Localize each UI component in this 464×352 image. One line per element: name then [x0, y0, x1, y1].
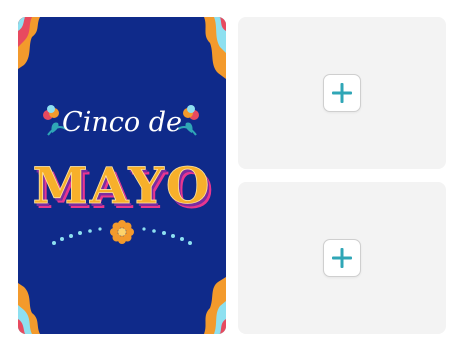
design-canvas: Cinco de MAYO MAYO MAYO [0, 0, 464, 352]
card-artwork: Cinco de MAYO MAYO MAYO [18, 17, 226, 334]
add-design-button[interactable] [323, 74, 361, 112]
empty-slot-top[interactable] [238, 17, 446, 169]
card-headline: MAYO [33, 156, 212, 215]
plus-icon [332, 248, 352, 268]
card-script-line: Cinco de [62, 107, 182, 138]
add-design-button[interactable] [323, 239, 361, 277]
plus-icon [332, 83, 352, 103]
empty-slot-bottom[interactable] [238, 182, 446, 334]
cinco-de-mayo-card[interactable]: Cinco de MAYO MAYO MAYO [18, 17, 226, 334]
